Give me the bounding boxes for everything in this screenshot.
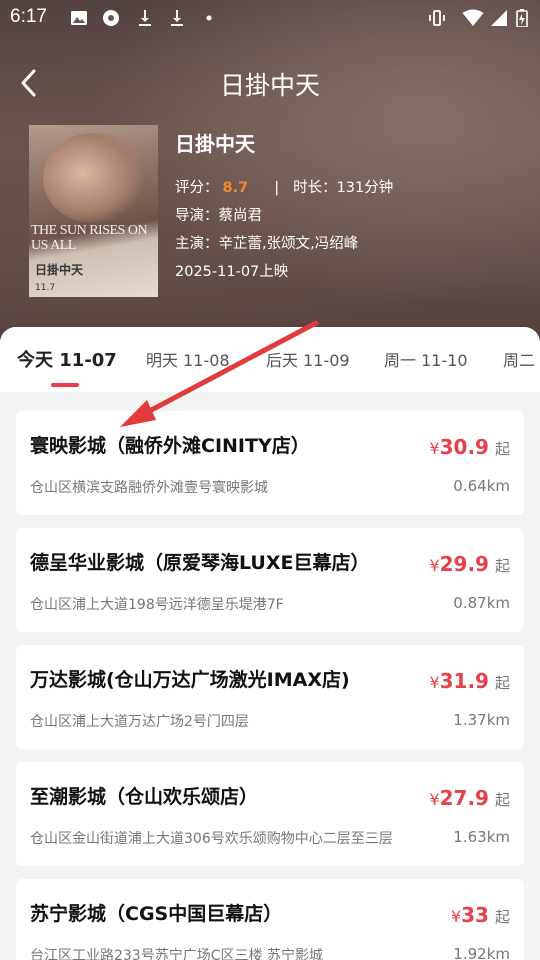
director-line: 导演：蔡尚君 [175,202,393,230]
price-from-label: 起 [494,791,510,809]
score-label: 评分： [175,180,219,196]
cinema-address: 仓山区浦上大道198号远洋德呈乐堤港7F [30,597,284,613]
price-from-label: 起 [494,674,510,692]
cinema-price: ¥31.9 起 [429,669,510,693]
price-from-label: 起 [494,908,510,926]
record-notification-icon [103,10,119,26]
tab-tuesday[interactable]: 周二 [503,347,535,371]
download-notification-icon [171,10,183,26]
status-time: 6:17 [10,6,47,27]
price-amount: 31.9 [439,669,489,693]
cinema-name: 苏宁影城（CGS中国巨幕店） [30,903,283,925]
cinema-distance: 0.87km [453,594,510,612]
cinema-price: ¥30.9 起 [429,435,510,459]
director-label: 导演： [175,208,219,224]
cinema-item[interactable]: 德呈华业影城（原爱琴海LUXE巨幕店） ¥29.9 起 仓山区浦上大道198号远洋… [16,528,524,632]
cinema-item[interactable]: 苏宁影城（CGS中国巨幕店） ¥33 起 台江区工业路233号苏宁广场C区三楼 苏… [16,879,524,960]
currency-symbol: ¥ [429,556,440,575]
cinema-price: ¥27.9 起 [429,786,510,810]
price-amount: 29.9 [439,552,489,576]
currency-symbol: ¥ [429,790,440,809]
page-title: 日掛中天 [219,71,320,100]
poster-artwork [43,133,143,223]
cinema-name: 至潮影城（仓山欢乐颂店） [30,786,259,808]
duration-value: 131分钟 [336,180,394,196]
price-amount: 30.9 [439,435,489,459]
score-value: 8.7 [222,180,249,196]
cast-value: 辛芷蕾,张颂文,冯绍峰 [218,236,359,252]
showtimes-sheet: 今天 11-07 明天 11-08 后天 11-09 周一 11-10 周二 寰… [0,327,540,960]
movie-poster[interactable]: THE SUN RISES ON US ALL 日掛中天 11.7 [29,125,158,297]
movie-info: 日掛中天 评分： 8.7 | 时长：131分钟 导演：蔡尚君 主演：辛芷蕾,张颂文,冯… [175,128,393,286]
cell-signal-icon [491,10,507,26]
cast-line: 主演：辛芷蕾,张颂文,冯绍峰 [175,230,393,258]
active-tab-indicator [51,383,79,387]
director-value: 蔡尚君 [218,208,263,224]
cinema-name: 寰映影城（融侨外滩CINITY店） [30,435,310,457]
tab-today[interactable]: 今天 11-07 [17,346,117,372]
tab-tomorrow[interactable]: 明天 11-08 [146,347,230,371]
tab-day-after[interactable]: 后天 11-09 [266,347,350,371]
cinema-name: 万达影城(仓山万达广场激光IMAX店) [30,669,350,691]
cinema-item[interactable]: 寰映影城（融侨外滩CINITY店） ¥30.9 起 仓山区横滨支路融侨外滩壹号寰映… [16,411,524,515]
cinema-distance: 1.37km [453,711,510,729]
cinema-address: 仓山区浦上大道万达广场2号门四层 [30,714,249,730]
download-notification-icon [139,10,151,26]
cast-label: 主演： [175,236,219,252]
vibrate-icon [429,10,445,26]
cinema-address: 台江区工业路233号苏宁广场C区三楼 苏宁影城 [30,948,323,960]
cinema-address: 仓山区金山街道浦上大道306号欢乐颂购物中心二层至三层 [30,831,393,847]
date-tabs: 今天 11-07 明天 11-08 后天 11-09 周一 11-10 周二 [0,327,540,392]
more-notifications-dot-icon [206,15,212,21]
tab-monday[interactable]: 周一 11-10 [384,347,468,371]
separator: | [274,180,280,196]
image-notification-icon [71,11,87,25]
price-amount: 27.9 [439,786,489,810]
poster-date: 11.7 [35,283,56,293]
movie-name: 日掛中天 [175,132,255,156]
cinema-distance: 1.92km [453,945,510,960]
currency-symbol: ¥ [429,673,440,692]
duration-label: 时长： [293,180,337,196]
score-duration-line: 评分： 8.7 | 时长：131分钟 [175,174,393,202]
cinema-address: 仓山区横滨支路融侨外滩壹号寰映影城 [30,480,268,496]
cinema-distance: 1.63km [453,828,510,846]
cinema-distance: 0.64km [453,477,510,495]
battery-icon [516,9,528,27]
cinema-item[interactable]: 至潮影城（仓山欢乐颂店） ¥27.9 起 仓山区金山街道浦上大道306号欢乐颂购物… [16,762,524,866]
cinema-list: 寰映影城（融侨外滩CINITY店） ¥30.9 起 仓山区横滨支路融侨外滩壹号寰映… [16,411,524,960]
price-from-label: 起 [494,440,510,458]
poster-title-cn: 日掛中天 [35,263,84,277]
wifi-icon [462,9,484,26]
price-amount: 33 [461,903,489,927]
cinema-price: ¥29.9 起 [429,552,510,576]
price-from-label: 起 [494,557,510,575]
cinema-name: 德呈华业影城（原爱琴海LUXE巨幕店） [30,552,370,574]
cinema-price: ¥33 起 [451,903,510,927]
currency-symbol: ¥ [429,439,440,458]
status-bar: 6:17 [0,0,540,40]
poster-title-en: THE SUN RISES ON US ALL [31,223,148,253]
cinema-item[interactable]: 万达影城(仓山万达广场激光IMAX店) ¥31.9 起 仓山区浦上大道万达广场2号… [16,645,524,749]
currency-symbol: ¥ [450,907,462,926]
release-date: 2025-11-07上映 [175,264,289,280]
